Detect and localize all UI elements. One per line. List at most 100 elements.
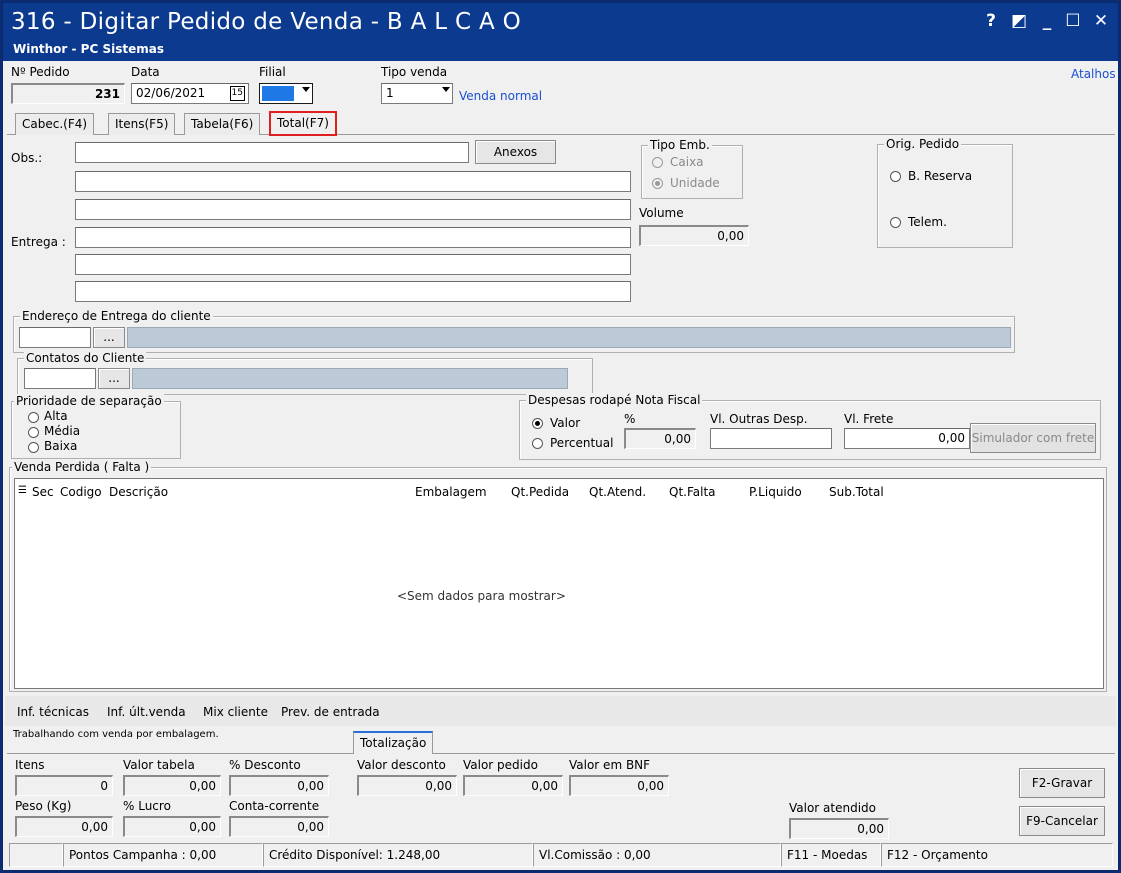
itens-label: Itens [15,758,45,772]
inf-tecnicas-link[interactable]: Inf. técnicas [17,705,89,719]
pedido-number-field: 231 [11,83,125,104]
valor-radio[interactable] [532,418,543,429]
entrega-label: Entrega : [11,235,66,249]
telem-label: Telem. [908,215,947,229]
inf-ult-venda-link[interactable]: Inf. últ.venda [107,705,186,719]
contatos-desc-field [132,368,568,389]
filial-select[interactable] [259,83,313,104]
lucro-label: % Lucro [123,799,171,813]
orig-pedido-group: Orig. Pedido B. Reserva Telem. [877,137,1013,248]
calendar-icon[interactable]: 15 [229,86,245,101]
frete-field[interactable]: 0,00 [844,428,970,449]
col-qt-falta[interactable]: Qt.Falta [669,485,716,499]
col-sec[interactable]: Sec [32,485,54,499]
col-codigo[interactable]: Codigo [60,485,102,499]
endereco-code-field[interactable] [19,327,91,348]
col-descricao[interactable]: Descrição [109,485,168,499]
outras-desp-field[interactable] [710,428,832,449]
tab-itens[interactable]: Itens(F5) [108,113,176,135]
tipo-venda-select[interactable]: 1 [381,83,453,104]
pct-field: 0,00 [624,428,696,449]
maximize-icon[interactable]: ☐ [1062,11,1084,31]
minimize-icon[interactable]: _ [1036,11,1058,31]
grid-menu-icon[interactable]: ☰ [18,485,27,496]
peso-field: 0,00 [15,816,113,837]
conta-corrente-field: 0,00 [229,816,329,837]
orig-pedido-title: Orig. Pedido [884,137,962,151]
chevron-down-icon [442,87,450,92]
conta-corrente-label: Conta-corrente [229,799,320,813]
percentual-radio[interactable] [532,438,543,449]
valor-bnf-field: 0,00 [569,775,669,796]
cancelar-button[interactable]: F9-Cancelar [1019,806,1105,836]
media-radio[interactable] [28,427,39,438]
data-label: Data [131,65,160,79]
alta-label: Alta [44,409,68,423]
obs-field-1[interactable] [75,142,469,163]
col-qt-atend[interactable]: Qt.Atend. [589,485,646,499]
caixa-radio[interactable] [652,157,663,168]
valor-desconto-field: 0,00 [357,775,457,796]
atalhos-link[interactable]: Atalhos [1071,67,1116,81]
tab-totalizacao[interactable]: Totalização [353,731,434,754]
links-bar: Inf. técnicas Inf. últ.venda Mix cliente… [5,696,1116,726]
obs-field-3[interactable] [75,199,631,220]
anexos-button[interactable]: Anexos [475,140,556,164]
venda-perdida-title: Venda Perdida ( Falta ) [12,460,152,474]
valor-label: Valor [550,416,581,430]
contatos-search-button[interactable]: ... [98,368,130,389]
help-icon[interactable]: ? [980,11,1002,31]
reserva-label: B. Reserva [908,169,973,183]
valor-tabela-label: Valor tabela [123,758,195,772]
valor-pedido-label: Valor pedido [463,758,538,772]
mix-cliente-link[interactable]: Mix cliente [203,705,268,719]
data-field[interactable]: 02/06/2021 15 [131,83,249,104]
venda-perdida-grid[interactable]: ☰ Sec Codigo Descrição Embalagem Qt.Pedi… [14,478,1104,689]
status-orcamento[interactable]: F12 - Orçamento [881,843,1113,867]
obs-field-2[interactable] [75,171,631,192]
prioridade-group: Prioridade de separação Alta Média Baixa [11,394,181,459]
empty-grid-message: <Sem dados para mostrar> [397,589,566,603]
col-sub-total[interactable]: Sub.Total [829,485,884,499]
entrega-field-2[interactable] [75,254,631,275]
reserva-radio[interactable] [890,171,901,182]
gravar-button[interactable]: F2-Gravar [1019,768,1105,798]
lucro-field: 0,00 [123,816,221,837]
tipo-emb-group: Tipo Emb. Caixa Unidade [641,138,743,199]
telem-radio[interactable] [890,217,901,228]
simulador-frete-button[interactable]: Simulador com frete [970,423,1096,453]
restore-icon[interactable]: ◩ [1008,11,1030,31]
unidade-label: Unidade [670,176,720,190]
col-embalagem[interactable]: Embalagem [415,485,487,499]
totalizacao-baseline [7,753,1115,754]
main-window: 316 - Digitar Pedido de Venda - B A L C … [2,2,1119,871]
contatos-code-field[interactable] [24,368,96,389]
close-icon[interactable]: ✕ [1090,11,1112,31]
col-qt-pedida[interactable]: Qt.Pedida [511,485,569,499]
status-credito: Crédito Disponível: 1.248,00 [263,843,533,867]
caixa-label: Caixa [670,155,704,169]
contatos-group: Contatos do Cliente ... [17,351,593,395]
status-pontos: Pontos Campanha : 0,00 [63,843,263,867]
window-subtitle: Winthor - PC Sistemas [13,42,164,56]
tipo-venda-description: Venda normal [459,89,543,103]
endereco-search-button[interactable]: ... [93,327,125,348]
tab-tabela[interactable]: Tabela(F6) [184,113,261,135]
endereco-title: Endereço de Entrega do cliente [20,309,213,323]
status-moedas[interactable]: F11 - Moedas [781,843,881,867]
unidade-radio[interactable] [652,178,663,189]
alta-radio[interactable] [28,412,39,423]
percentual-label: Percentual [550,436,614,450]
info-text: Trabalhando com venda por embalagem. [13,729,219,740]
filial-selected-value [262,86,294,101]
valor-bnf-label: Valor em BNF [569,758,651,772]
outras-desp-label: Vl. Outras Desp. [710,412,808,426]
entrega-field-1[interactable] [75,227,631,248]
col-p-liquido[interactable]: P.Liquido [749,485,802,499]
tab-total[interactable]: Total(F7) [269,111,337,136]
prev-entrada-link[interactable]: Prev. de entrada [281,705,380,719]
tipo-venda-value: 1 [386,86,394,100]
entrega-field-3[interactable] [75,281,631,302]
baixa-radio[interactable] [28,442,39,453]
tab-cabec[interactable]: Cabec.(F4) [15,113,95,135]
